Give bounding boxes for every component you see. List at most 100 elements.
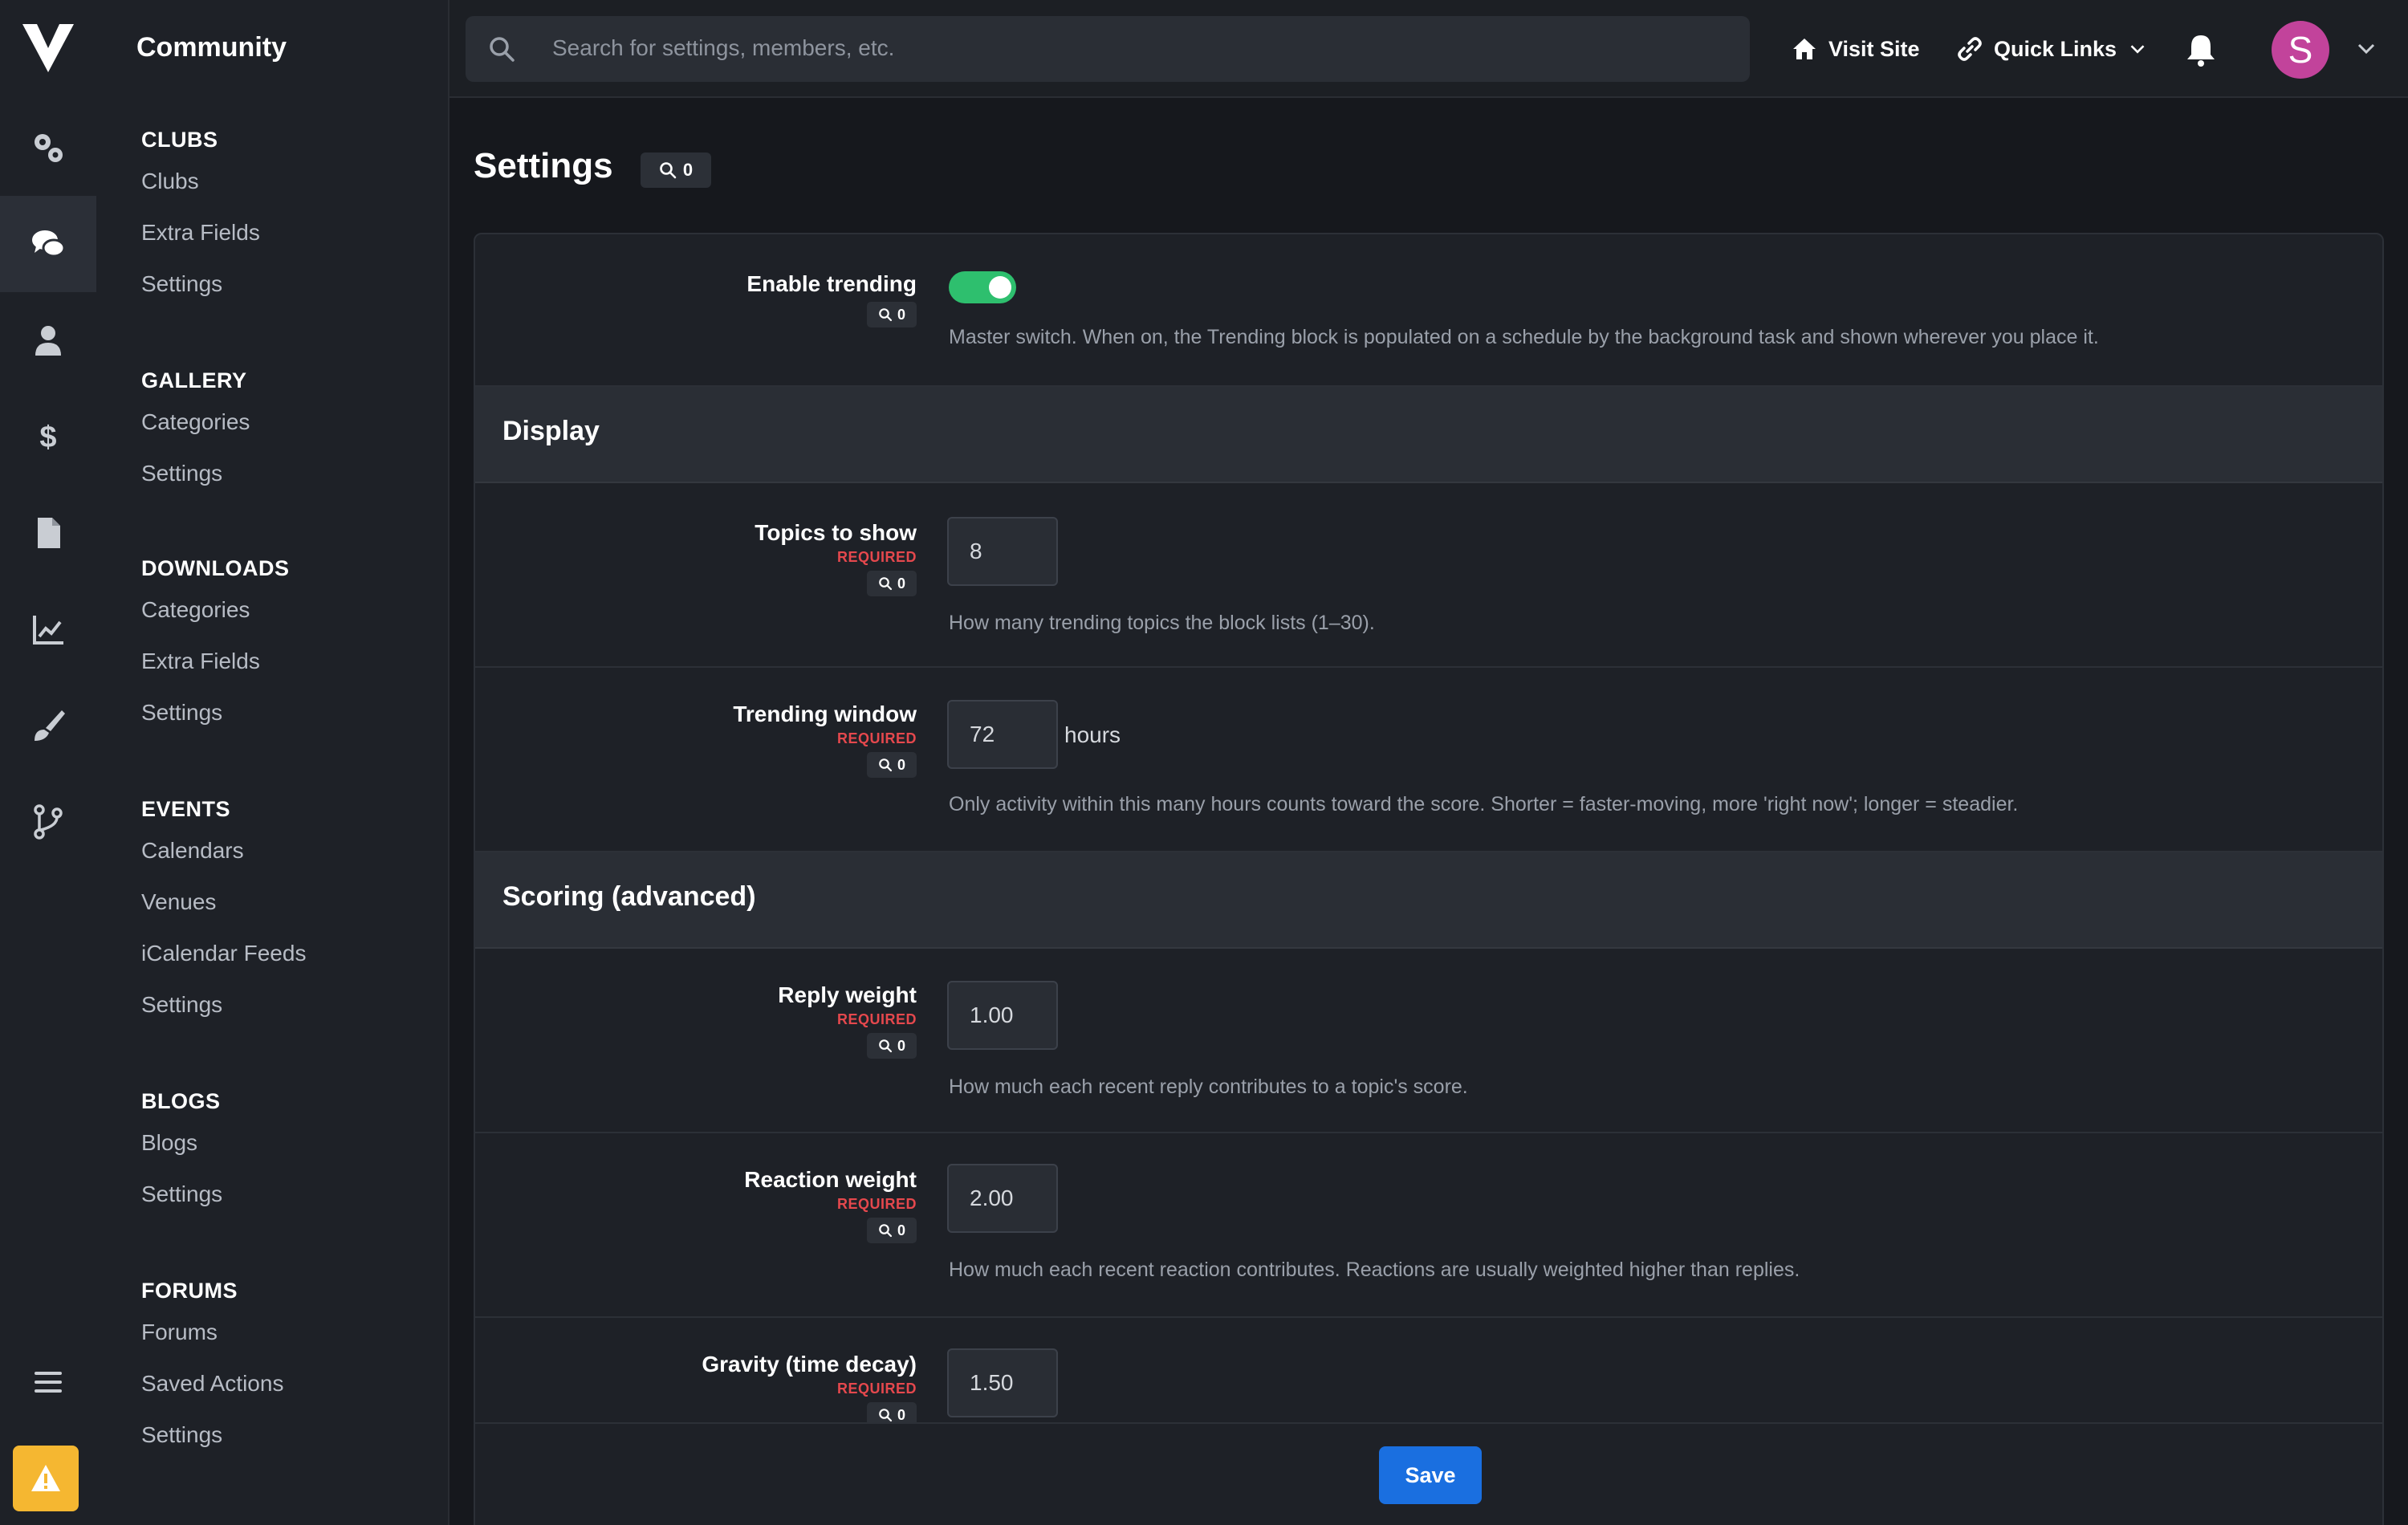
subnav-item-venues[interactable]: Venues xyxy=(141,876,306,928)
quick-links-button[interactable]: Quick Links xyxy=(1957,29,2147,69)
chart-icon xyxy=(33,616,63,645)
subnav-item-settings[interactable]: Settings xyxy=(141,448,250,499)
form-footer: Save xyxy=(475,1422,2382,1525)
visit-site-label: Visit Site xyxy=(1828,36,1920,61)
search-keywords-badge[interactable]: 0 xyxy=(866,752,917,778)
subnav-item-calendars[interactable]: Calendars xyxy=(141,825,306,876)
rail-item-system[interactable] xyxy=(0,100,96,196)
subnav-item-settings[interactable]: Settings xyxy=(141,687,289,738)
dollar-icon: $ xyxy=(39,421,56,454)
search-keywords-badge[interactable]: 0 xyxy=(866,1218,917,1243)
setting-help-text: How much each recent reply contributes t… xyxy=(949,1076,1468,1098)
bell-icon[interactable] xyxy=(2183,32,2219,67)
chat-icon xyxy=(32,230,66,258)
search-placeholder: Search for settings, members, etc. xyxy=(552,35,895,60)
setting-row-reply-weight: Reply weight REQUIRED 0 1.00 How much ea… xyxy=(475,949,2382,1133)
search-keywords-badge[interactable]: 0 xyxy=(866,571,917,596)
subnav-item-saved-actions[interactable]: Saved Actions xyxy=(141,1358,283,1409)
subnav-item-blogs[interactable]: Blogs xyxy=(141,1117,222,1169)
setting-label: Trending window xyxy=(733,702,917,726)
subnav-heading: EVENTS xyxy=(141,797,231,821)
search-icon xyxy=(879,577,893,591)
subnav-item-categories[interactable]: Categories xyxy=(141,396,250,448)
badge-count: 0 xyxy=(897,575,905,592)
rail-item-members[interactable] xyxy=(0,292,96,388)
menu-icon xyxy=(35,1372,62,1393)
trending-window-input[interactable]: 72 xyxy=(947,700,1058,769)
warning-button[interactable] xyxy=(13,1446,79,1511)
visit-site-button[interactable]: Visit Site xyxy=(1792,29,1920,69)
reply-weight-input[interactable]: 1.00 xyxy=(947,981,1058,1050)
setting-label: Enable trending xyxy=(746,271,917,296)
topics-to-show-input[interactable]: 8 xyxy=(947,517,1058,586)
setting-help-text: Master switch. When on, the Trending blo… xyxy=(949,326,2099,348)
save-button[interactable]: Save xyxy=(1379,1446,1482,1504)
search-keywords-badge[interactable]: 0 xyxy=(866,302,917,327)
subnav-item-categories[interactable]: Categories xyxy=(141,584,289,636)
subnav-item-settings[interactable]: Settings xyxy=(141,258,260,310)
search-icon xyxy=(879,308,893,322)
chevron-down-icon xyxy=(2130,45,2145,54)
search-keywords-badge[interactable]: 0 xyxy=(641,152,711,188)
subnav-item-settings[interactable]: Settings xyxy=(141,1169,222,1220)
subnav-item-settings[interactable]: Settings xyxy=(141,1409,283,1461)
user-icon xyxy=(35,326,61,356)
search-keywords-badge[interactable]: 0 xyxy=(866,1033,917,1059)
enable-trending-toggle[interactable] xyxy=(949,271,1016,303)
search-icon xyxy=(490,37,515,62)
subnav-heading: DOWNLOADS xyxy=(141,556,290,580)
reaction-weight-input[interactable]: 2.00 xyxy=(947,1164,1058,1233)
subnav-heading: CLUBS xyxy=(141,128,218,152)
rail-item-community[interactable] xyxy=(0,196,96,292)
badge-count: 0 xyxy=(897,1222,905,1238)
brush-icon xyxy=(35,710,65,741)
rail-item-content[interactable] xyxy=(0,485,96,581)
subnav-section-forums: FORUMS Forums Saved Actions Settings xyxy=(141,1275,283,1461)
required-label: REQUIRED xyxy=(836,549,917,565)
setting-help-text: Only activity within this many hours cou… xyxy=(949,793,2019,815)
link-icon xyxy=(1958,37,1982,61)
rail-item-workflows[interactable] xyxy=(0,774,96,870)
file-icon xyxy=(38,518,60,548)
section-header-scoring: Scoring (advanced) xyxy=(475,852,2382,949)
unit-label: hours xyxy=(1064,722,1121,747)
subnav-heading: BLOGS xyxy=(141,1089,221,1113)
collapse-menu-button[interactable] xyxy=(0,1334,96,1430)
subnav-item-forums[interactable]: Forums xyxy=(141,1307,283,1358)
subnav-item-icalendar-feeds[interactable]: iCalendar Feeds xyxy=(141,928,306,979)
badge-count: 0 xyxy=(897,756,905,773)
rail-item-commerce[interactable]: $ xyxy=(0,388,96,485)
rail-item-customization[interactable] xyxy=(0,677,96,774)
home-icon xyxy=(1793,39,1816,59)
setting-label: Topics to show xyxy=(755,520,917,545)
chevron-down-icon[interactable] xyxy=(2357,42,2376,56)
quick-links-label: Quick Links xyxy=(1994,36,2117,61)
required-label: REQUIRED xyxy=(836,1011,917,1027)
page-title: Settings xyxy=(474,146,613,185)
setting-help-text: How many trending topics the block lists… xyxy=(949,612,1375,634)
search-icon xyxy=(660,162,677,179)
subnav-item-extra-fields[interactable]: Extra Fields xyxy=(141,207,260,258)
setting-label-group: Enable trending 0 xyxy=(746,271,917,327)
gravity-input[interactable]: 1.50 xyxy=(947,1348,1058,1417)
search-icon xyxy=(879,1039,893,1053)
subnav-section-clubs: CLUBS Clubs Extra Fields Settings xyxy=(141,124,260,310)
search-input[interactable]: Search for settings, members, etc. xyxy=(466,16,1750,82)
subnav-section-blogs: BLOGS Blogs Settings xyxy=(141,1085,222,1220)
setting-label: Reply weight xyxy=(778,982,917,1007)
subnav-item-extra-fields[interactable]: Extra Fields xyxy=(141,636,289,687)
section-title: Display xyxy=(502,416,600,446)
search-icon xyxy=(879,758,893,772)
subnav-item-clubs[interactable]: Clubs xyxy=(141,156,260,207)
setting-label: Reaction weight xyxy=(744,1167,917,1192)
setting-label-group: Trending window REQUIRED 0 xyxy=(733,702,917,778)
logo-icon[interactable] xyxy=(19,19,77,77)
subnav-section-downloads: DOWNLOADS Categories Extra Fields Settin… xyxy=(141,552,289,738)
setting-label: Gravity (time decay) xyxy=(702,1352,917,1377)
badge-count: 0 xyxy=(897,306,905,323)
avatar[interactable]: S xyxy=(2272,21,2329,79)
subnav-item-settings[interactable]: Settings xyxy=(141,979,306,1031)
rail-item-stats[interactable] xyxy=(0,581,96,677)
subnav-section-events: EVENTS Calendars Venues iCalendar Feeds … xyxy=(141,793,306,1031)
required-label: REQUIRED xyxy=(836,1381,917,1397)
